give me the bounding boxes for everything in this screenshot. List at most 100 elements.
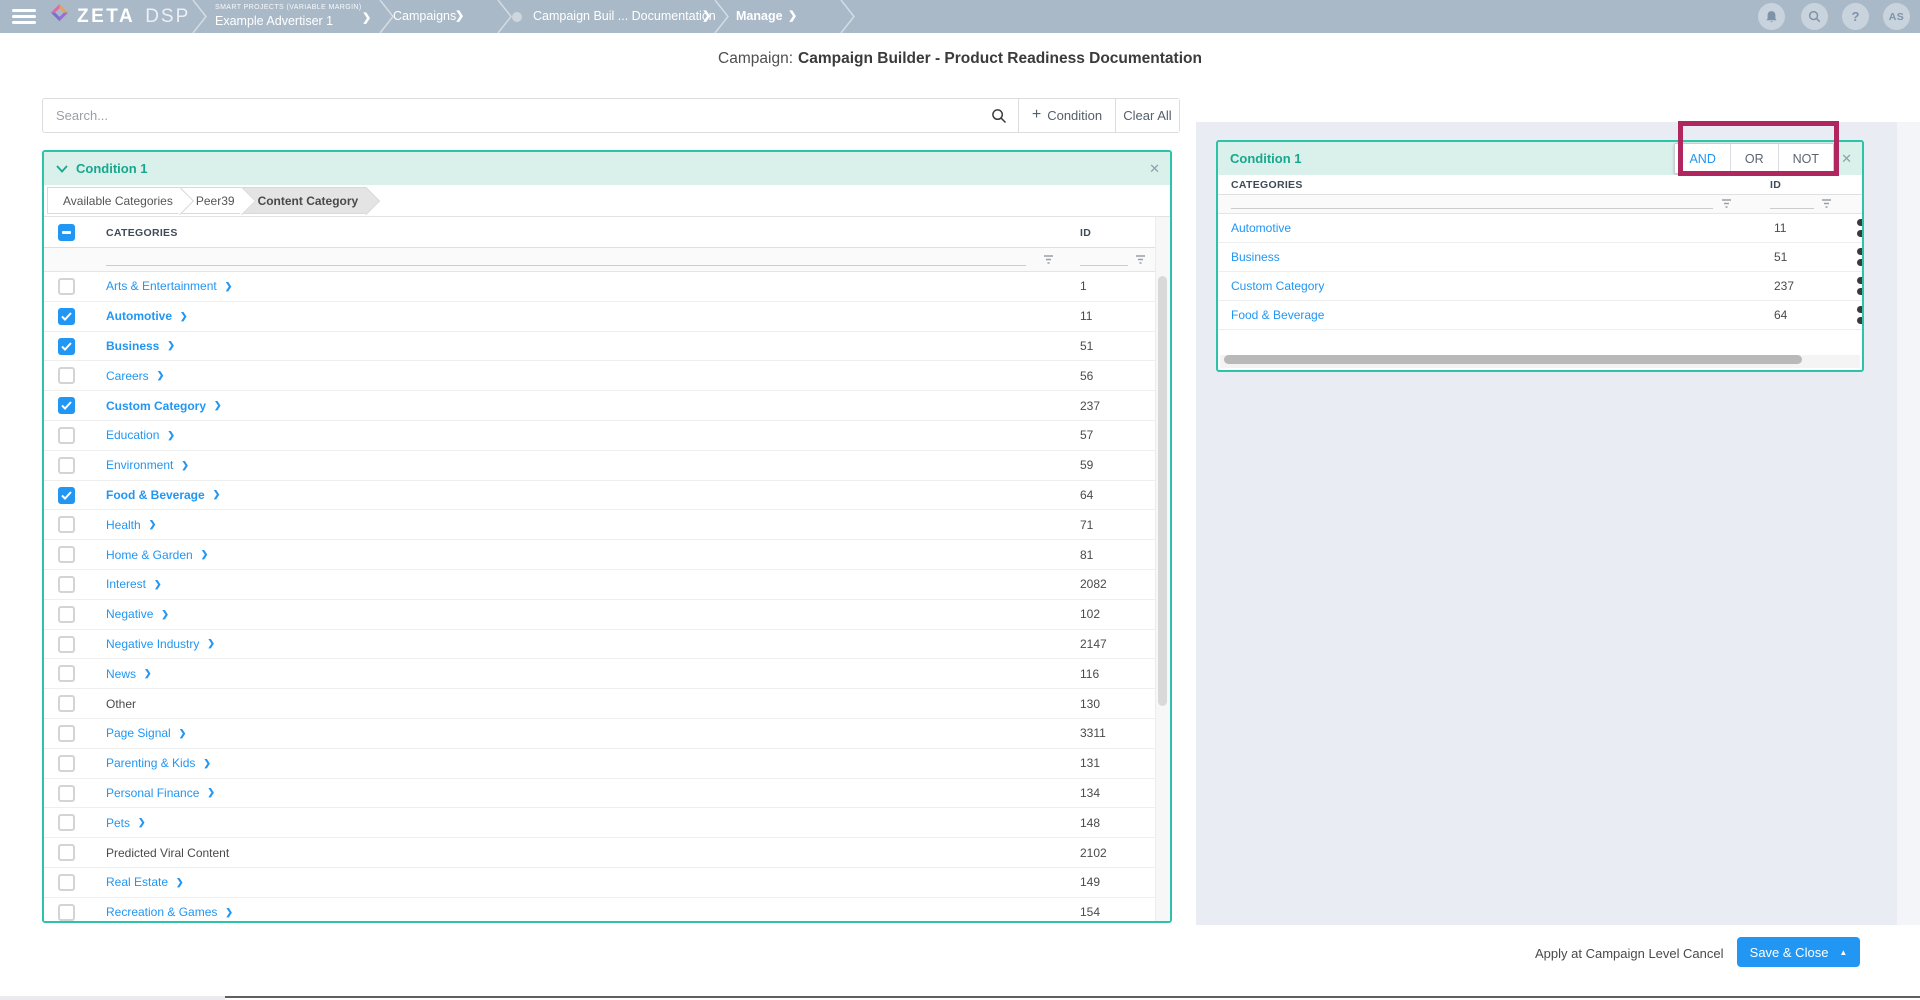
category-link[interactable]: Careers ❯ [106,369,164,383]
expand-chevron-icon[interactable]: ❯ [207,787,215,798]
expand-chevron-icon[interactable]: ❯ [207,638,215,649]
expand-chevron-icon[interactable]: ❯ [161,609,169,620]
category-link[interactable]: Recreation & Games ❯ [106,905,233,919]
category-row[interactable]: Custom Category ❯ 237 [44,391,1170,421]
add-condition-button[interactable]: + Condition [1018,99,1115,132]
user-avatar[interactable]: AS [1883,3,1910,30]
category-link[interactable]: Business [1231,250,1280,264]
search-input[interactable] [43,99,980,132]
breadcrumb-manage-chevron-icon[interactable]: ❯ [788,9,797,22]
category-link[interactable]: News ❯ [106,667,152,681]
expand-chevron-icon[interactable]: ❯ [154,579,162,590]
row-checkbox[interactable] [58,457,75,474]
right-condition-close-icon[interactable]: ✕ [1841,151,1852,167]
global-search-icon[interactable] [1801,3,1828,30]
row-checkbox[interactable] [58,338,75,355]
cancel-button[interactable]: Cancel [1683,946,1723,961]
row-checkbox[interactable] [58,814,75,831]
categories-filter-icon[interactable] [1720,197,1733,215]
expand-chevron-icon[interactable]: ❯ [201,549,209,560]
selected-category-row[interactable]: Food & Beverage 64 [1218,301,1862,330]
row-checkbox[interactable] [58,874,75,891]
row-checkbox[interactable] [58,487,75,504]
category-link[interactable]: Interest ❯ [106,577,162,591]
expand-chevron-icon[interactable]: ❯ [179,728,187,739]
row-checkbox[interactable] [58,636,75,653]
category-row[interactable]: Home & Garden ❯ 81 [44,540,1170,570]
category-link[interactable]: Custom Category [1231,279,1324,293]
category-row[interactable]: Real Estate ❯ 149 [44,868,1170,898]
row-checkbox[interactable] [58,695,75,712]
breadcrumb-campaigns-chevron-icon[interactable]: ❯ [455,9,464,22]
left-scrollbar-thumb[interactable] [1158,276,1167,706]
id-filter-icon[interactable] [1134,253,1147,271]
expand-chevron-icon[interactable]: ❯ [176,877,184,888]
expand-chevron-icon[interactable]: ❯ [144,668,152,679]
row-checkbox[interactable] [58,278,75,295]
expand-chevron-icon[interactable]: ❯ [214,400,222,411]
category-link[interactable]: Arts & Entertainment ❯ [106,279,232,293]
breadcrumb-campaign-doc[interactable]: Campaign Buil ... Documentation [533,9,716,23]
expand-chevron-icon[interactable]: ❯ [149,519,157,530]
category-link[interactable]: Automotive [1231,221,1291,235]
category-link[interactable]: Automotive ❯ [106,309,188,323]
row-checkbox[interactable] [58,844,75,861]
category-link[interactable]: Predicted Viral Content [106,846,229,860]
selected-category-row[interactable]: Automotive 11 [1218,214,1862,243]
row-checkbox[interactable] [58,516,75,533]
row-checkbox[interactable] [58,546,75,563]
category-link[interactable]: Real Estate ❯ [106,875,184,889]
categories-filter-input[interactable] [106,265,1026,266]
category-row[interactable]: Predicted Viral Content 2102 [44,838,1170,868]
expand-chevron-icon[interactable]: ❯ [167,430,175,441]
categories-filter-icon[interactable] [1042,253,1055,271]
zeta-dsp-logo[interactable]: ZETA DSP [48,0,190,33]
row-checkbox[interactable] [58,665,75,682]
row-checkbox[interactable] [58,576,75,593]
row-checkbox[interactable] [58,904,75,921]
row-checkbox[interactable] [58,606,75,623]
category-link[interactable]: Pets ❯ [106,816,146,830]
category-row[interactable]: Food & Beverage ❯ 64 [44,481,1170,511]
category-link[interactable]: Negative ❯ [106,607,169,621]
category-row[interactable]: Parenting & Kids ❯ 131 [44,749,1170,779]
breadcrumb-manage[interactable]: Manage [736,9,783,23]
expand-chevron-icon[interactable]: ❯ [203,758,211,769]
row-checkbox[interactable] [58,755,75,772]
right-hscrollbar-track[interactable] [1220,355,1860,368]
category-row[interactable]: Recreation & Games ❯ 154 [44,898,1170,923]
select-all-checkbox[interactable] [58,224,75,241]
category-link[interactable]: Other [106,697,136,711]
id-filter-icon[interactable] [1820,197,1833,215]
id-filter-input[interactable] [1080,265,1128,266]
tab-content-category[interactable]: Content Category [243,187,367,214]
category-link[interactable]: Negative Industry ❯ [106,637,215,651]
category-link[interactable]: Health ❯ [106,518,156,532]
row-checkbox[interactable] [58,427,75,444]
right-hscrollbar-thumb[interactable] [1224,355,1802,364]
category-link[interactable]: Food & Beverage [1231,308,1324,322]
search-icon[interactable] [980,108,1018,124]
breadcrumb-advertiser[interactable]: Example Advertiser 1 [215,14,333,28]
breadcrumb-campaign-doc-chevron-icon[interactable]: ❯ [702,9,711,22]
category-row[interactable]: Business ❯ 51 [44,332,1170,362]
expand-chevron-icon[interactable]: ❯ [157,370,165,381]
category-link[interactable]: Page Signal ❯ [106,726,186,740]
category-row[interactable]: Environment ❯ 59 [44,451,1170,481]
breadcrumb-advertiser-chevron-icon[interactable]: ❯ [362,11,371,24]
expand-chevron-icon[interactable]: ❯ [225,907,233,918]
collapse-chevron-icon[interactable] [56,165,68,173]
row-checkbox[interactable] [58,785,75,802]
category-link[interactable]: Custom Category ❯ [106,399,222,413]
category-row[interactable]: Other 130 [44,689,1170,719]
save-dropdown-caret-icon[interactable]: ▲ [1839,948,1847,957]
breadcrumb-campaigns[interactable]: Campaigns [393,9,456,23]
categories-filter-input[interactable] [1231,208,1713,209]
category-row[interactable]: Automotive ❯ 11 [44,302,1170,332]
expand-chevron-icon[interactable]: ❯ [213,489,221,500]
row-checkbox[interactable] [58,367,75,384]
category-row[interactable]: Page Signal ❯ 3311 [44,719,1170,749]
expand-chevron-icon[interactable]: ❯ [181,460,189,471]
category-row[interactable]: Negative ❯ 102 [44,600,1170,630]
category-link[interactable]: Personal Finance ❯ [106,786,215,800]
